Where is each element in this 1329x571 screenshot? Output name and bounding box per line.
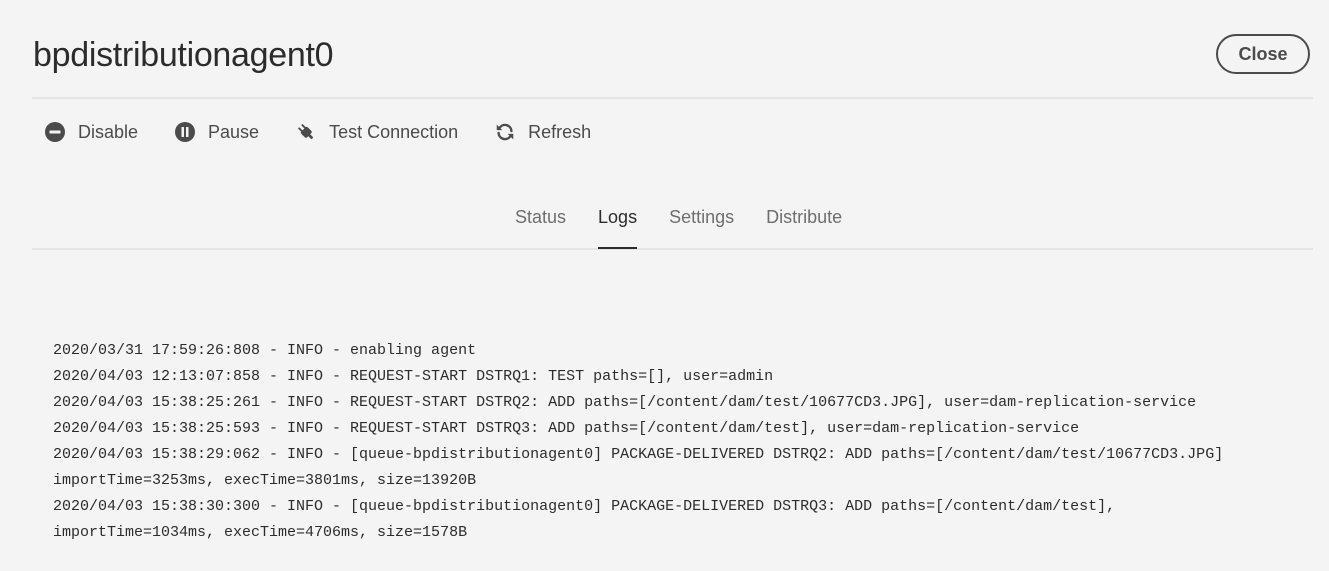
disable-icon bbox=[44, 121, 66, 143]
disable-button[interactable]: Disable bbox=[44, 116, 138, 148]
refresh-button[interactable]: Refresh bbox=[494, 116, 591, 148]
log-line: importTime=3253ms, execTime=3801ms, size… bbox=[53, 472, 477, 489]
pause-button[interactable]: Pause bbox=[174, 116, 259, 148]
log-line: 2020/04/03 15:38:25:593 - INFO - REQUEST… bbox=[53, 420, 1080, 437]
log-line: 2020/03/31 17:59:26:808 - INFO - enablin… bbox=[53, 342, 477, 359]
agent-details-page: bpdistributionagent0 Close Disable Pause bbox=[0, 0, 1329, 571]
log-line: 2020/04/03 15:38:29:062 - INFO - [queue-… bbox=[53, 446, 1224, 463]
tab-settings[interactable]: Settings bbox=[669, 195, 734, 248]
pause-label: Pause bbox=[208, 121, 260, 142]
log-line: importTime=1034ms, execTime=4706ms, size… bbox=[53, 524, 468, 541]
test-connection-button[interactable]: Test Connection bbox=[295, 116, 458, 148]
log-line: 2020/04/03 15:38:30:300 - INFO - [queue-… bbox=[53, 498, 1116, 515]
tab-distribute[interactable]: Distribute bbox=[766, 195, 842, 248]
test-connection-label: Test Connection bbox=[329, 121, 459, 142]
tab-logs[interactable]: Logs bbox=[598, 195, 638, 249]
tab-bar: Status Logs Settings Distribute bbox=[32, 195, 1313, 250]
toolbar: Disable Pause Test Connection Refresh bbox=[44, 116, 627, 148]
page-title: bpdistributionagent0 bbox=[33, 36, 334, 74]
header: bpdistributionagent0 Close bbox=[32, 0, 1313, 99]
close-button[interactable]: Close bbox=[1216, 34, 1310, 74]
plug-icon bbox=[295, 121, 317, 143]
log-line: 2020/04/03 12:13:07:858 - INFO - REQUEST… bbox=[53, 368, 774, 385]
tab-list: Status Logs Settings Distribute bbox=[515, 195, 874, 249]
log-output: 2020/03/31 17:59:26:808 - INFO - enablin… bbox=[53, 338, 1303, 546]
tab-status[interactable]: Status bbox=[515, 195, 566, 248]
pause-icon bbox=[174, 121, 196, 143]
log-line: 2020/04/03 15:38:25:261 - INFO - REQUEST… bbox=[53, 394, 1197, 411]
disable-label: Disable bbox=[78, 121, 139, 142]
refresh-label: Refresh bbox=[528, 121, 592, 142]
refresh-icon bbox=[494, 121, 516, 143]
